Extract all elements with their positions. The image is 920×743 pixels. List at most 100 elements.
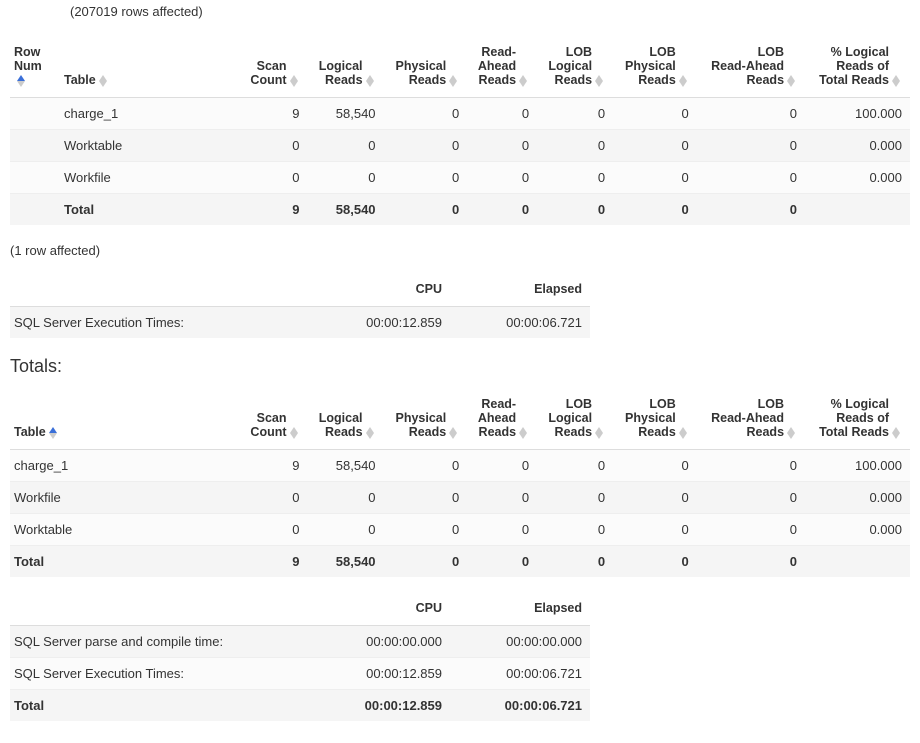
cell-table: Worktable [60,130,240,162]
cell-lob-read-ahead: 0 [697,482,805,514]
col-elapsed: Elapsed [450,595,590,626]
sort-indicator-icon [787,75,797,87]
cell-pct [805,194,910,226]
cell-table: Worktable [10,514,240,546]
col-physical-reads[interactable]: PhysicalReads [384,39,468,98]
col-lob-read-ahead[interactable]: LOBRead-AheadReads [697,39,805,98]
col-scan-count[interactable]: ScanCount [240,39,308,98]
cell-lob-physical: 0 [613,450,697,482]
cell-total-label: Total [10,546,240,578]
cell-scan-count: 0 [240,482,308,514]
totals-heading: Totals: [10,356,910,377]
cell-cpu: 00:00:12.859 [310,658,450,690]
cell-row-num [10,194,60,226]
cell-elapsed: 00:00:00.000 [450,626,590,658]
col-lob-logical[interactable]: LOBLogicalReads [537,391,613,450]
cell-lob-read-ahead: 0 [697,130,805,162]
sort-indicator-icon [892,75,902,87]
cell-lob-physical: 0 [613,546,697,578]
table-row: SQL Server Execution Times: 00:00:12.859… [10,307,590,339]
col-table[interactable]: Table [60,39,240,98]
col-lob-logical[interactable]: LOBLogicalReads [537,39,613,98]
col-physical-reads[interactable]: PhysicalReads [384,391,468,450]
cell-lob-read-ahead: 0 [697,546,805,578]
cell-logical-reads: 58,540 [308,194,384,226]
sort-indicator-icon [449,75,459,87]
cell-pct: 0.000 [805,482,910,514]
total-row: Total 00:00:12.859 00:00:06.721 [10,690,590,722]
cell-read-ahead: 0 [467,482,537,514]
cell-lob-physical: 0 [613,194,697,226]
cell-physical-reads: 0 [384,98,468,130]
col-pct-logical[interactable]: % LogicalReads ofTotal Reads [805,39,910,98]
sort-indicator-icon [519,427,529,439]
cell-table: charge_1 [10,450,240,482]
cell-read-ahead: 0 [467,194,537,226]
sort-indicator-icon [679,75,689,87]
io-stats-table-2: Table ScanCount LogicalReads PhysicalRea… [10,391,910,577]
sort-indicator-icon [290,75,300,87]
col-pct-logical[interactable]: % LogicalReads ofTotal Reads [805,391,910,450]
cell-table: charge_1 [60,98,240,130]
cell-lob-physical: 0 [613,98,697,130]
cell-pct: 0.000 [805,514,910,546]
cell-lob-physical: 0 [613,482,697,514]
cell-physical-reads: 0 [384,546,468,578]
cell-lob-physical: 0 [613,130,697,162]
col-read-ahead[interactable]: Read-AheadReads [467,391,537,450]
col-read-ahead[interactable]: Read-AheadReads [467,39,537,98]
cell-lob-read-ahead: 0 [697,194,805,226]
cell-scan-count: 9 [240,546,308,578]
col-row-num[interactable]: RowNum [10,39,60,98]
col-logical-reads[interactable]: LogicalReads [308,39,384,98]
cell-physical-reads: 0 [384,450,468,482]
cell-lob-logical: 0 [537,98,613,130]
cell-lob-logical: 0 [537,514,613,546]
table-row: charge_1 9 58,540 0 0 0 0 0 100.000 [10,450,910,482]
table-row: SQL Server parse and compile time: 00:00… [10,626,590,658]
col-lob-physical[interactable]: LOBPhysicalReads [613,39,697,98]
io-stats-table-1: RowNum Table ScanCount LogicalReads Phys… [10,39,910,225]
col-empty [10,595,310,626]
col-table[interactable]: Table [10,391,240,450]
cell-logical-reads: 0 [308,482,384,514]
col-lob-physical[interactable]: LOBPhysicalReads [613,391,697,450]
cell-row-num [10,130,60,162]
cell-read-ahead: 0 [467,130,537,162]
sort-indicator-icon [519,75,529,87]
cell-lob-read-ahead: 0 [697,514,805,546]
cell-label: SQL Server Execution Times: [10,307,310,339]
cell-logical-reads: 58,540 [308,450,384,482]
sort-indicator-icon [49,427,59,439]
sort-indicator-icon [366,75,376,87]
cell-cpu: 00:00:12.859 [310,307,450,339]
cell-lob-logical: 0 [537,450,613,482]
cell-logical-reads: 0 [308,514,384,546]
cell-physical-reads: 0 [384,130,468,162]
col-lob-read-ahead[interactable]: LOBRead-AheadReads [697,391,805,450]
cell-lob-read-ahead: 0 [697,450,805,482]
col-scan-count[interactable]: ScanCount [240,391,308,450]
cell-lob-logical: 0 [537,482,613,514]
table-row: Worktable 0 0 0 0 0 0 0 0.000 [10,514,910,546]
cell-row-num [10,162,60,194]
cell-pct: 0.000 [805,162,910,194]
table-row: Workfile 0 0 0 0 0 0 0 0.000 [10,162,910,194]
cell-table: Workfile [60,162,240,194]
col-logical-reads[interactable]: LogicalReads [308,391,384,450]
cell-read-ahead: 0 [467,450,537,482]
cell-row-num [10,98,60,130]
cell-lob-physical: 0 [613,514,697,546]
cell-lob-logical: 0 [537,162,613,194]
col-cpu: CPU [310,276,450,307]
sort-indicator-icon [17,75,27,87]
timing-table-2: CPU Elapsed SQL Server parse and compile… [10,595,590,721]
cell-lob-logical: 0 [537,130,613,162]
cell-scan-count: 9 [240,450,308,482]
sort-indicator-icon [787,427,797,439]
cell-pct: 100.000 [805,98,910,130]
cell-logical-reads: 0 [308,162,384,194]
col-elapsed: Elapsed [450,276,590,307]
cell-pct: 0.000 [805,130,910,162]
col-cpu: CPU [310,595,450,626]
